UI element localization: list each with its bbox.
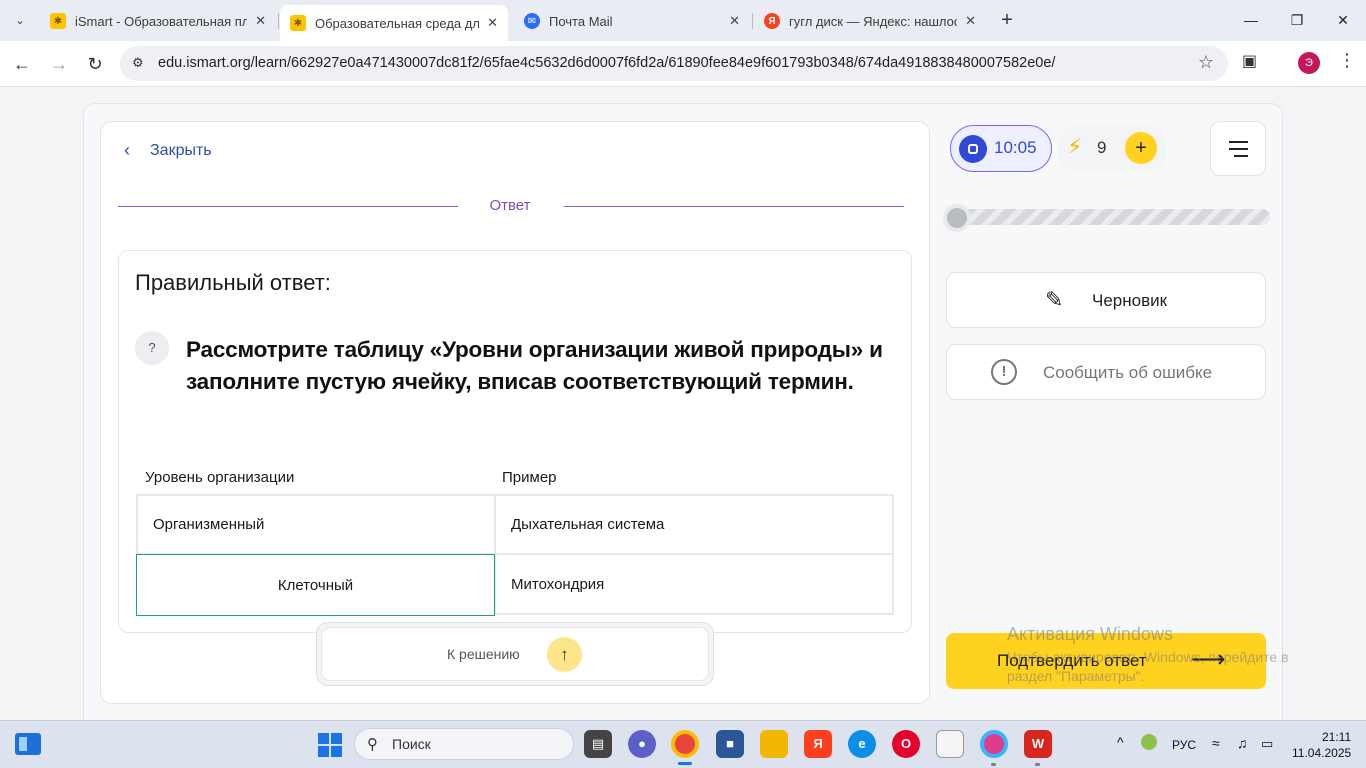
running-app-indicator — [1035, 763, 1040, 766]
table-cell: Организменный — [136, 494, 496, 555]
save-disk-icon[interactable]: ■ — [716, 730, 744, 758]
to-solution-label: К решению — [447, 646, 520, 662]
clock-time[interactable]: 21:11 — [1322, 730, 1351, 744]
tray-chevron-up-icon[interactable]: ^ — [1117, 734, 1124, 750]
running-app-indicator — [991, 763, 996, 766]
browser-tab-ismart[interactable]: ✱ iSmart - Образовательная пла ✕ — [40, 6, 276, 36]
energy-value: 9 — [1097, 138, 1107, 157]
section-divider-right — [564, 206, 904, 207]
browser-tab-mail[interactable]: ✉ Почта Mail ✕ — [514, 6, 750, 36]
browser-menu-icon[interactable]: ⋮ — [1338, 50, 1356, 71]
search-placeholder: Поиск — [392, 736, 431, 752]
profile-avatar[interactable]: Э — [1298, 52, 1320, 74]
lightning-icon: ⚡ — [1067, 134, 1083, 159]
restore-window-icon[interactable]: ❐ — [1274, 8, 1320, 32]
question-badge: ? — [135, 331, 169, 365]
browser-tab-strip: ⌄ ✱ iSmart - Образовательная пла ✕ ✱ Обр… — [0, 0, 1366, 41]
active-app-indicator — [678, 762, 692, 765]
battery-icon[interactable]: ▭ — [1261, 736, 1273, 752]
draft-label: Черновик — [1092, 291, 1168, 310]
confirm-answer-button[interactable]: Подтвердить ответ ⟶ — [946, 633, 1266, 689]
section-divider-left — [118, 206, 458, 207]
bookmark-star-icon[interactable]: ☆ — [1198, 52, 1214, 73]
question-text: Рассмотрите таблицу «Уровни организации … — [186, 337, 883, 394]
tab-title: гугл диск — Яндекс: нашлось 9 — [789, 13, 957, 29]
wps-office-icon[interactable]: W — [1024, 730, 1052, 758]
stop-timer-icon[interactable] — [959, 135, 987, 163]
mail-icon: ✉ — [524, 13, 540, 29]
ismart-icon: ✱ — [50, 13, 66, 29]
close-tab-icon[interactable]: ✕ — [729, 13, 740, 29]
document-icon[interactable] — [936, 730, 964, 758]
tab-title: Почта Mail — [549, 13, 613, 29]
windows-start-icon[interactable] — [318, 733, 342, 757]
table-cell: Дыхательная система — [494, 494, 894, 555]
browser-tab-learning-environment[interactable]: ✱ Образовательная среда для са ✕ — [280, 5, 508, 41]
close-tab-icon[interactable]: ✕ — [965, 13, 976, 29]
tray-app-icon[interactable] — [1141, 734, 1157, 750]
confirm-answer-label: Подтвердить ответ — [997, 651, 1147, 670]
progress-knob — [943, 204, 971, 232]
section-label: Ответ — [489, 197, 531, 214]
clock-date[interactable]: 11.04.2025 — [1292, 746, 1351, 760]
extensions-puzzle-icon[interactable]: ▣ — [1242, 51, 1257, 71]
list-menu-icon — [1229, 141, 1248, 162]
table-cell: Митохондрия — [494, 553, 894, 615]
yandex-icon: Я — [764, 13, 780, 29]
opera-icon[interactable]: O — [892, 730, 920, 758]
file-explorer-icon[interactable] — [760, 730, 788, 758]
back-arrow-icon[interactable]: ← — [9, 51, 35, 77]
correct-answer-title: Правильный ответ: — [135, 270, 331, 295]
search-icon: ⚲ — [367, 736, 378, 753]
task-list-button[interactable] — [1210, 121, 1266, 176]
tab-separator — [752, 13, 753, 29]
progress-bar — [946, 209, 1270, 225]
new-tab-button[interactable]: + — [996, 9, 1018, 31]
forward-arrow-icon[interactable]: → — [46, 51, 72, 77]
colorful-app-icon[interactable] — [980, 730, 1008, 758]
yandex-browser-icon[interactable]: Я — [804, 730, 832, 758]
taskbar-search[interactable]: ⚲ Поиск — [354, 728, 574, 760]
edge-icon[interactable]: e — [848, 730, 876, 758]
close-label: Закрыть — [150, 141, 212, 159]
browser-tab-yandex[interactable]: Я гугл диск — Яндекс: нашлось 9 ✕ — [754, 6, 986, 36]
table-header-level: Уровень организации — [145, 469, 295, 486]
chevron-left-icon: ‹ — [124, 140, 130, 160]
browser-toolbar: ← → ↻ ⚙ edu.ismart.org/learn/662927e0a47… — [0, 41, 1366, 87]
report-error-label: Сообщить об ошибке — [1043, 363, 1213, 382]
close-window-icon[interactable]: ✕ — [1320, 8, 1366, 32]
tab-title: Образовательная среда для са — [315, 15, 480, 31]
tab-separator — [278, 13, 279, 29]
site-settings-icon[interactable]: ⚙ — [132, 55, 144, 71]
task-view-icon[interactable]: ▤ — [584, 730, 612, 758]
draft-button[interactable]: ✎ Черновик — [946, 272, 1266, 328]
pencil-icon: ✎ — [1045, 287, 1064, 312]
timer-value: 10:05 — [994, 138, 1037, 157]
minimize-window-icon[interactable]: — — [1228, 8, 1274, 32]
address-bar[interactable]: ⚙ edu.ismart.org/learn/662927e0a47143000… — [120, 46, 1228, 81]
chrome-icon[interactable] — [671, 730, 699, 758]
url-text: edu.ismart.org/learn/662927e0a471430007d… — [158, 55, 1056, 71]
tab-title: iSmart - Образовательная пла — [75, 13, 248, 29]
reload-icon[interactable]: ↻ — [82, 51, 108, 77]
widgets-icon[interactable] — [15, 733, 41, 755]
wifi-icon[interactable]: ≈ — [1212, 735, 1220, 751]
exclamation-circle-icon: ! — [991, 359, 1017, 385]
report-error-button[interactable]: ! Сообщить об ошибке — [946, 344, 1266, 400]
table-header-example: Пример — [502, 469, 557, 486]
language-indicator[interactable]: РУС — [1172, 738, 1196, 752]
filled-answer-cell: Клеточный — [136, 554, 495, 616]
arrow-right-icon: ⟶ — [1191, 646, 1226, 673]
meet-chat-icon[interactable]: ● — [628, 730, 656, 758]
volume-icon[interactable]: ♫ — [1237, 735, 1248, 751]
close-tab-icon[interactable]: ✕ — [255, 13, 266, 29]
ismart-icon: ✱ — [290, 15, 306, 31]
add-energy-button[interactable]: + — [1125, 132, 1157, 164]
close-tab-icon[interactable]: ✕ — [487, 15, 498, 31]
close-link[interactable]: ‹ Закрыть — [124, 140, 212, 161]
arrow-up-icon[interactable]: ↑ — [547, 637, 582, 672]
tab-search-chevron-icon[interactable]: ⌄ — [8, 8, 32, 32]
